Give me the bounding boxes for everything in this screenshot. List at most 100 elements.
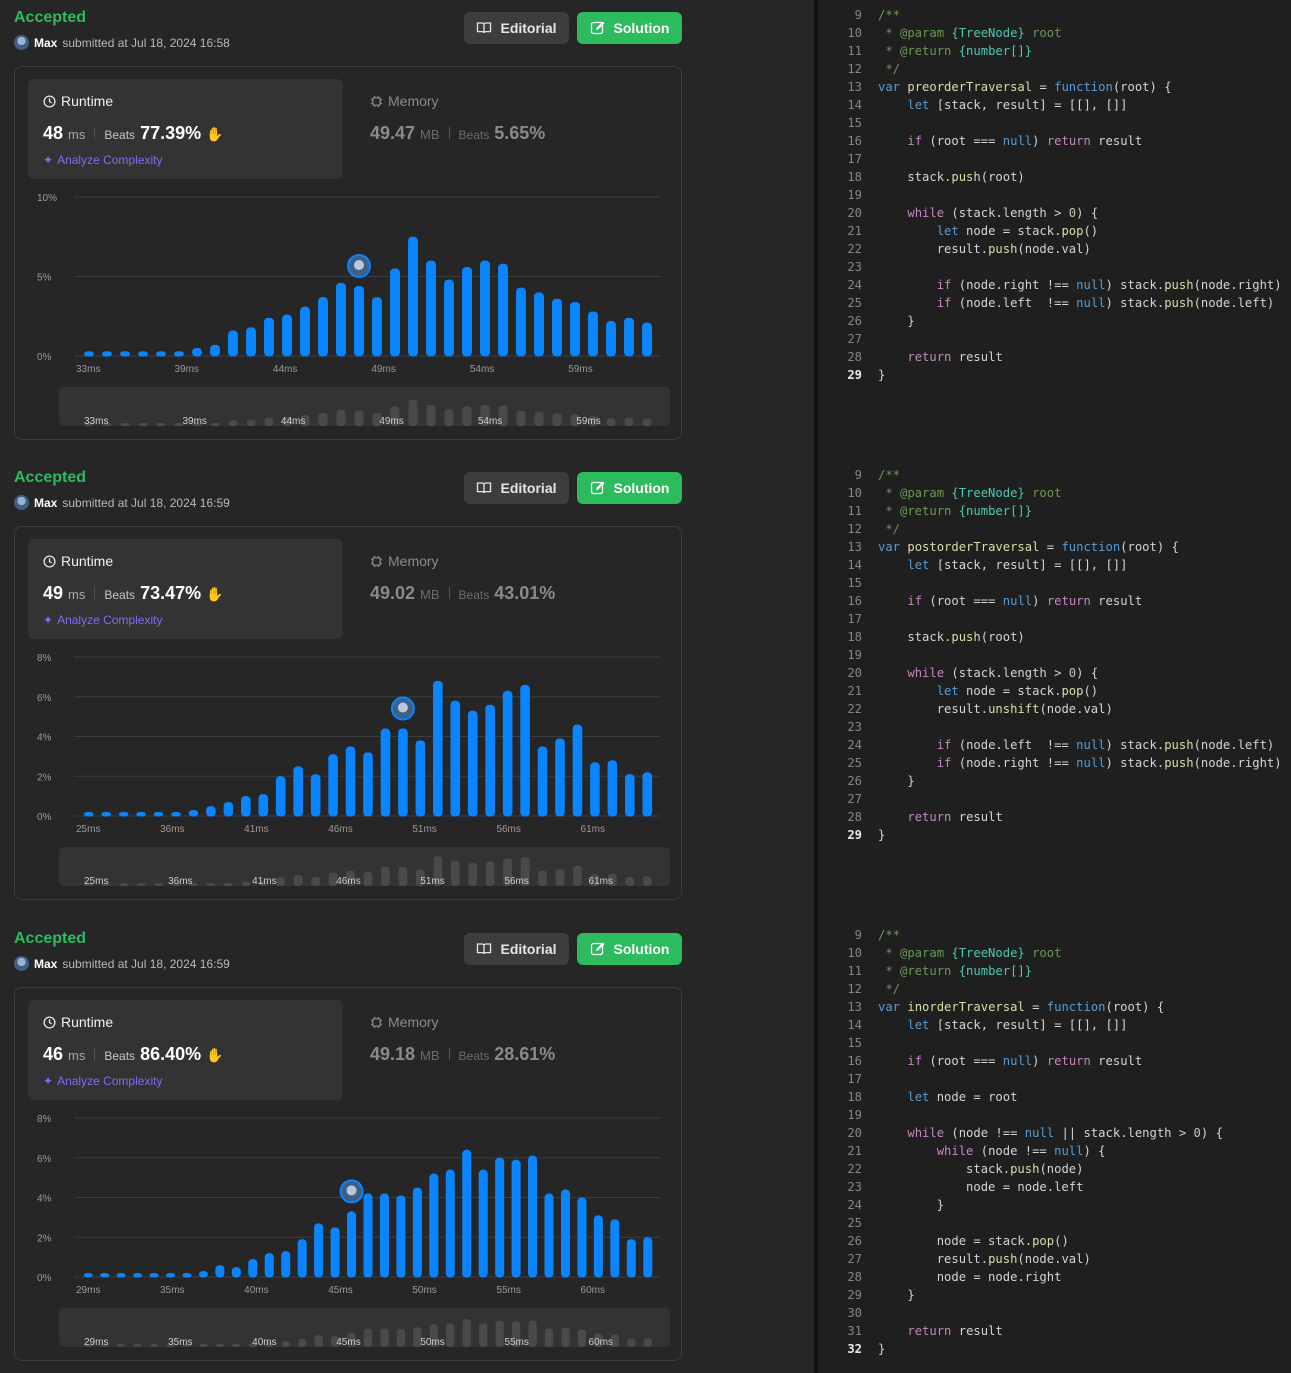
solution-button[interactable]: Solution bbox=[577, 933, 682, 965]
chart-bar[interactable] bbox=[626, 1239, 636, 1278]
code-line[interactable]: 21 while (node !== null) { bbox=[818, 1142, 1291, 1160]
chart-bar[interactable] bbox=[444, 279, 454, 357]
chart-bar[interactable] bbox=[241, 796, 251, 817]
runtime-card[interactable]: Runtime 46 ms Beats 86.40% ✋ ✦ Analyze C… bbox=[28, 1000, 343, 1100]
runtime-card[interactable]: Runtime 48 ms Beats 77.39% ✋ ✦ Analyze C… bbox=[28, 79, 343, 179]
code-line[interactable]: 14 let [stack, result] = [[], []] bbox=[818, 96, 1291, 114]
runtime-distribution-chart[interactable]: 8% 6% 4% 2% 0% 29ms 35ms 40ms 45ms 50ms 55ms 60ms 29… bbox=[15, 1103, 683, 1361]
chart-bar[interactable] bbox=[223, 802, 234, 817]
chart-bar[interactable] bbox=[502, 690, 513, 817]
code-line[interactable]: 25 if (node.right !== null) stack.push(n… bbox=[818, 754, 1291, 772]
chart-bar[interactable] bbox=[516, 287, 526, 357]
chart-bar[interactable] bbox=[560, 1189, 571, 1278]
chart-bar[interactable] bbox=[606, 321, 616, 357]
code-line[interactable]: 12 */ bbox=[818, 520, 1291, 538]
code-line[interactable]: 19 bbox=[818, 646, 1291, 664]
code-line[interactable]: 9 /** bbox=[818, 6, 1291, 24]
chart-bar[interactable] bbox=[396, 1195, 406, 1278]
chart-bar[interactable] bbox=[372, 297, 382, 357]
chart-bar[interactable] bbox=[153, 812, 164, 817]
chart-bar[interactable] bbox=[426, 260, 436, 357]
runtime-card[interactable]: Runtime 49 ms Beats 73.47% ✋ ✦ Analyze C… bbox=[28, 539, 343, 639]
chart-bar[interactable] bbox=[607, 760, 618, 817]
code-line[interactable]: 28 node = node.right bbox=[818, 1268, 1291, 1286]
code-line[interactable]: 27 bbox=[818, 330, 1291, 348]
code-line[interactable]: 23 bbox=[818, 718, 1291, 736]
chart-bar[interactable] bbox=[328, 754, 338, 817]
code-line[interactable]: 16 if (root === null) return result bbox=[818, 132, 1291, 150]
chart-bar[interactable] bbox=[300, 306, 310, 357]
code-line[interactable]: 25 if (node.left !== null) stack.push(no… bbox=[818, 294, 1291, 312]
chart-bar[interactable] bbox=[363, 1193, 373, 1278]
chart-bar[interactable] bbox=[314, 1223, 324, 1278]
chart-bar[interactable] bbox=[258, 794, 269, 817]
chart-bar[interactable] bbox=[480, 260, 490, 357]
solution-button[interactable]: Solution bbox=[577, 472, 682, 504]
chart-bar[interactable] bbox=[511, 1159, 521, 1278]
chart-bar[interactable] bbox=[450, 700, 461, 817]
code-line[interactable]: 32} bbox=[818, 1340, 1291, 1358]
code-line[interactable]: 11 * @return {number[]} bbox=[818, 42, 1291, 60]
code-line[interactable]: 17 bbox=[818, 150, 1291, 168]
code-line[interactable]: 17 bbox=[818, 610, 1291, 628]
code-line[interactable]: 10 * @param {TreeNode} root bbox=[818, 484, 1291, 502]
chart-bar[interactable] bbox=[537, 746, 548, 817]
chart-bar[interactable] bbox=[555, 738, 565, 817]
chart-bar[interactable] bbox=[462, 266, 472, 357]
chart-bar[interactable] bbox=[590, 762, 600, 817]
chart-bar[interactable] bbox=[100, 1273, 110, 1278]
code-line[interactable]: 22 result.push(node.val) bbox=[818, 240, 1291, 258]
chart-bar[interactable] bbox=[118, 812, 129, 817]
code-line[interactable]: 16 if (root === null) return result bbox=[818, 592, 1291, 610]
code-line[interactable]: 15 bbox=[818, 1034, 1291, 1052]
username[interactable]: Max bbox=[34, 496, 57, 510]
code-line[interactable]: 20 while (stack.length > 0) { bbox=[818, 664, 1291, 682]
code-line[interactable]: 27 bbox=[818, 790, 1291, 808]
code-line[interactable]: 26 node = stack.pop() bbox=[818, 1232, 1291, 1250]
chart-bar[interactable] bbox=[116, 1273, 126, 1278]
chart-bar[interactable] bbox=[610, 1219, 620, 1278]
code-editor[interactable]: 9/** 10 * @param {TreeNode} root 11 * @ret… bbox=[818, 920, 1291, 1373]
chart-bar[interactable] bbox=[412, 1187, 422, 1278]
chart-bar[interactable] bbox=[264, 1253, 274, 1278]
avatar[interactable] bbox=[14, 956, 29, 971]
username[interactable]: Max bbox=[34, 36, 57, 50]
editorial-button[interactable]: Editorial bbox=[464, 472, 569, 504]
chart-bar[interactable] bbox=[83, 812, 94, 817]
chart-bar[interactable] bbox=[264, 317, 274, 357]
code-line[interactable]: 12 */ bbox=[818, 60, 1291, 78]
code-line[interactable]: 17 bbox=[818, 1070, 1291, 1088]
chart-bar[interactable] bbox=[297, 1239, 307, 1278]
memory-title[interactable]: Memory bbox=[370, 1014, 439, 1030]
code-line[interactable]: 18 stack.push(root) bbox=[818, 168, 1291, 186]
chart-bar[interactable] bbox=[318, 297, 328, 357]
code-line[interactable]: 26 } bbox=[818, 772, 1291, 790]
code-line[interactable]: 22 stack.push(node) bbox=[818, 1160, 1291, 1178]
code-line[interactable]: 24 if (node.right !== null) stack.push(n… bbox=[818, 276, 1291, 294]
chart-bar[interactable] bbox=[138, 351, 148, 357]
code-line[interactable]: 13 var postorderTraversal = function(root… bbox=[818, 538, 1291, 556]
code-line[interactable]: 20 while (stack.length > 0) { bbox=[818, 204, 1291, 222]
chart-bar[interactable] bbox=[398, 728, 408, 817]
chart-bar[interactable] bbox=[182, 1273, 192, 1278]
code-line[interactable]: 16 if (root === null) return result bbox=[818, 1052, 1291, 1070]
chart-bar[interactable] bbox=[485, 704, 495, 817]
memory-title[interactable]: Memory bbox=[370, 553, 439, 569]
code-line[interactable]: 11 * @return {number[]} bbox=[818, 962, 1291, 980]
chart-bar[interactable] bbox=[380, 728, 391, 817]
chart-bar[interactable] bbox=[149, 1273, 159, 1278]
avatar[interactable] bbox=[14, 495, 29, 510]
code-line[interactable]: 28 return result bbox=[818, 348, 1291, 366]
code-line[interactable]: 19 bbox=[818, 186, 1291, 204]
chart-bar[interactable] bbox=[363, 752, 373, 817]
chart-bar[interactable] bbox=[390, 268, 400, 357]
chart-bar[interactable] bbox=[228, 330, 238, 357]
chart-bar[interactable] bbox=[231, 1267, 241, 1278]
analyze-complexity-link[interactable]: ✦ Analyze Complexity bbox=[43, 613, 162, 627]
chart-bar[interactable] bbox=[275, 776, 286, 817]
chart-bar[interactable] bbox=[102, 351, 112, 357]
code-line[interactable]: 18 stack.push(root) bbox=[818, 628, 1291, 646]
chart-bar[interactable] bbox=[156, 351, 166, 357]
chart-bar[interactable] bbox=[624, 317, 634, 357]
chart-bar[interactable] bbox=[379, 1193, 389, 1278]
